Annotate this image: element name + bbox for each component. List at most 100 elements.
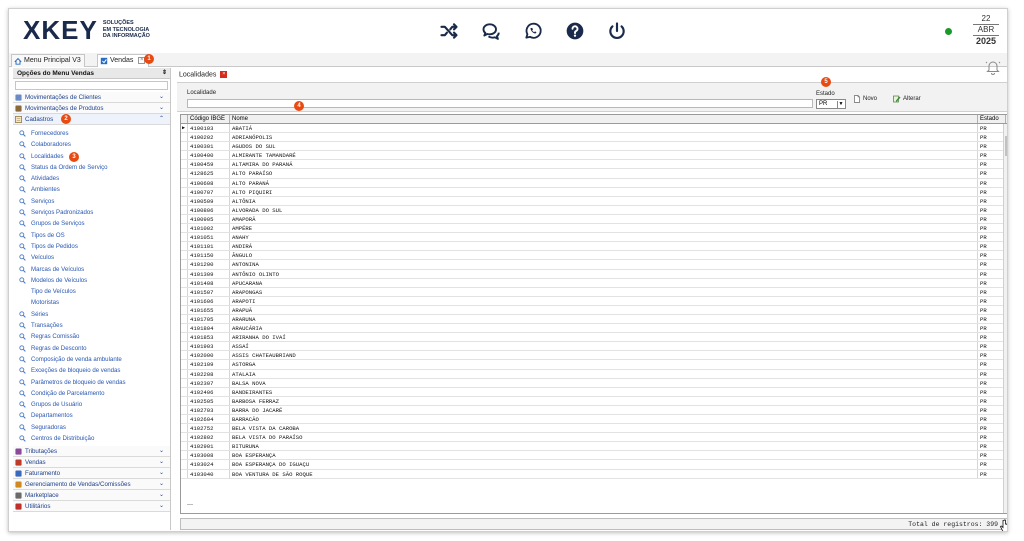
table-row[interactable]: 4102901 BITURUNA PR xyxy=(181,442,1007,452)
table-row[interactable]: 4100608 ALTO PARANÁ PR xyxy=(181,178,1007,188)
table-row[interactable]: 4101051 ANAHY PR xyxy=(181,233,1007,243)
table-row[interactable]: 4102802 BELA VISTA DO PARAÍSO PR xyxy=(181,433,1007,443)
localidade-input[interactable] xyxy=(187,99,813,108)
novo-button[interactable]: Novo xyxy=(853,95,877,103)
power-icon[interactable] xyxy=(597,19,637,43)
table-row[interactable]: 4100509 ALTÔNIA PR xyxy=(181,196,1007,206)
vertical-scrollbar[interactable] xyxy=(1003,124,1007,513)
table-row[interactable]: 4101655 ARAPUÃ PR xyxy=(181,305,1007,315)
cell-nome: BALSA NOVA xyxy=(230,378,978,387)
sidebar-item-ambientes[interactable]: Ambientes xyxy=(13,184,170,195)
sidebar-group-utilitarios[interactable]: Utilitários ⌄ xyxy=(13,501,170,513)
estado-select[interactable]: PR ▼ xyxy=(816,99,846,109)
table-row[interactable]: 4101200 ANTONINA PR xyxy=(181,260,1007,270)
sidebar-item-localidades[interactable]: Localidades 3 xyxy=(13,151,170,162)
table-row[interactable]: 4100301 AGUDOS DO SUL PR xyxy=(181,142,1007,152)
sidebar-group-movimentacoes-de-clientes[interactable]: Movimentações de Clientes ⌄ xyxy=(13,92,170,103)
table-row[interactable]: 4102703 BARRA DO JACARÉ PR xyxy=(181,405,1007,415)
sidebar-item-fornecedores[interactable]: Fornecedores xyxy=(13,128,170,139)
table-row[interactable]: 4100400 ALMIRANTE TAMANDARÉ PR xyxy=(181,151,1007,161)
sidebar-group-faturamento[interactable]: Faturamento ⌄ xyxy=(13,468,170,480)
whatsapp-icon[interactable] xyxy=(513,19,553,43)
sidebar-item-servicos[interactable]: Serviços xyxy=(13,196,170,207)
sidebar-item-regras-de-desconto[interactable]: Regras de Desconto xyxy=(13,343,170,354)
tab-menu-principal[interactable]: Menu Principal V3 xyxy=(11,54,85,67)
chat-icon[interactable] xyxy=(471,19,511,43)
sidebar-item-series[interactable]: Séries xyxy=(13,309,170,320)
table-row[interactable]: 4100202 ADRIANÓPOLIS PR xyxy=(181,133,1007,143)
sidebar-item-atividades[interactable]: Atividades xyxy=(13,173,170,184)
sidebar-item-veiculos[interactable]: Veículos xyxy=(13,252,170,263)
sidebar-item-seguradoras[interactable]: Seguradoras xyxy=(13,422,170,433)
table-row[interactable]: 4101903 ASSAÍ PR xyxy=(181,342,1007,352)
sidebar-item-grupos-de-usuario[interactable]: Grupos de Usuário xyxy=(13,399,170,410)
sidebar-item-parametros-de-bloqueio-de-vendas[interactable]: Parâmetros de bloqueio de vendas xyxy=(13,377,170,388)
column-header-nome[interactable]: Nome xyxy=(230,115,978,123)
tab-localidades[interactable]: Localidades × xyxy=(179,71,228,78)
table-row[interactable]: 4101853 ARIRANHA DO IVAÍ PR xyxy=(181,333,1007,343)
alterar-button[interactable]: Alterar xyxy=(893,95,921,103)
sidebar-item-tipos-de-os[interactable]: Tipos de OS xyxy=(13,230,170,241)
sidebar-item-tipos-de-pedidos[interactable]: Tipos de Pedidos xyxy=(13,241,170,252)
sidebar-search-input[interactable] xyxy=(15,81,168,90)
table-row[interactable]: 4102109 ASTORGA PR xyxy=(181,360,1007,370)
sidebar-item-status-da-ordem-de-servico[interactable]: Status da Ordem de Serviço xyxy=(13,162,170,173)
table-row[interactable]: 4102307 BALSA NOVA PR xyxy=(181,378,1007,388)
table-row[interactable]: 4101507 ARAPONGAS PR xyxy=(181,287,1007,297)
sidebar-item-transacoes[interactable]: Transações xyxy=(13,320,170,331)
tab-vendas[interactable]: Vendas × xyxy=(97,54,150,67)
sidebar-group-cadastros[interactable]: Cadastros ⌃ 2 xyxy=(13,114,170,125)
sidebar-group-movimentacoes-de-produtos[interactable]: Movimentações de Produtos ⌄ xyxy=(13,103,170,114)
table-row[interactable]: 4101804 ARAUCÁRIA PR xyxy=(181,324,1007,334)
sidebar-item-tipo-de-veiculos[interactable]: Tipo de Veículos xyxy=(13,286,170,297)
sidebar-item-grupos-de-servicos[interactable]: Grupos de Serviços xyxy=(13,218,170,229)
sidebar-item-excecoes-de-bloqueio-de-vendas[interactable]: Exceções de bloqueio de vendas xyxy=(13,365,170,376)
sidebar-item-marcas-de-veiculos[interactable]: Marcas de Veículos xyxy=(13,264,170,275)
sidebar-item-condicao-de-parcelamento[interactable]: Condição de Parcelamento xyxy=(13,388,170,399)
sidebar-item-departamentos[interactable]: Departamentos xyxy=(13,410,170,421)
table-row[interactable]: 4101150 ÂNGULO PR xyxy=(181,251,1007,261)
table-row[interactable]: 4102604 BARRACÃO PR xyxy=(181,415,1007,425)
localidade-label: Localidade xyxy=(187,90,217,96)
sidebar-item-servicos-padronizados[interactable]: Serviços Padronizados xyxy=(13,207,170,218)
sidebar-group-gerenciamento-de-vendas-comissoes[interactable]: Gerenciamento de Vendas/Comissões ⌄ xyxy=(13,479,170,491)
table-row[interactable]: 4100806 ALVORADA DO SUL PR xyxy=(181,205,1007,215)
scrollbar-thumb[interactable] xyxy=(1005,136,1007,156)
sidebar-item-composicao-de-venda-ambulante[interactable]: Composição de venda ambulante xyxy=(13,354,170,365)
table-row[interactable]: 4101408 APUCARANA PR xyxy=(181,278,1007,288)
column-header-codigo[interactable]: Código IBGE xyxy=(188,115,230,123)
sort-arrows-icon[interactable]: ⇕ xyxy=(162,68,167,79)
sidebar-item-regras-comissao[interactable]: Regras Comissão xyxy=(13,331,170,342)
table-row[interactable]: 4101309 ANTÔNIO OLINTO PR xyxy=(181,269,1007,279)
sidebar-group-marketplace[interactable]: Marketplace ⌄ xyxy=(13,490,170,502)
table-row[interactable]: 4102505 BARBOSA FERRAZ PR xyxy=(181,396,1007,406)
sidebar-group-vendas[interactable]: Vendas ⌄ xyxy=(13,457,170,469)
table-row[interactable]: 4101101 ANDIRÁ PR xyxy=(181,242,1007,252)
table-row[interactable]: 4103040 BOA VENTURA DE SÃO ROQUE PR xyxy=(181,469,1007,479)
close-icon[interactable]: × xyxy=(220,71,228,78)
row-indicator xyxy=(181,378,188,387)
table-row[interactable]: 4103008 BOA ESPERANÇA PR xyxy=(181,451,1007,461)
sidebar-item-modelos-de-veiculos[interactable]: Modelos de Veículos xyxy=(13,275,170,286)
table-row[interactable]: 4100459 ALTAMIRA DO PARANÁ PR xyxy=(181,160,1007,170)
table-row[interactable]: 4102406 BANDEIRANTES PR xyxy=(181,387,1007,397)
table-row[interactable]: 4100707 ALTO PIQUIRI PR xyxy=(181,187,1007,197)
sidebar-item-centros-de-distribuicao[interactable]: Centros de Distribuição xyxy=(13,433,170,444)
cell-estado: PR xyxy=(978,442,1006,451)
table-row[interactable]: 4101002 AMPÉRE PR xyxy=(181,224,1007,234)
sidebar-item-colaboradores[interactable]: Colaboradores xyxy=(13,139,170,150)
table-row[interactable]: 4100905 AMAPORÃ PR xyxy=(181,214,1007,225)
column-header-estado[interactable]: Estado xyxy=(978,115,1006,123)
table-row[interactable]: 4102000 ASSIS CHATEAUBRIAND PR xyxy=(181,351,1007,361)
table-row[interactable]: 4100103ABATIÁPR xyxy=(181,124,1007,134)
table-row[interactable]: 4101705 ARARUNA PR xyxy=(181,314,1007,325)
table-row[interactable]: 4103024 BOA ESPERANÇA DO IGUAÇU PR xyxy=(181,460,1007,470)
table-row[interactable]: 4101606 ARAPOTI PR xyxy=(181,296,1007,306)
sidebar-item-motoristas[interactable]: Motoristas xyxy=(13,297,170,308)
sidebar-group-tributacoes[interactable]: Tributações ⌄ xyxy=(13,446,170,458)
table-row[interactable]: 4102208 ATALAIA PR xyxy=(181,369,1007,379)
table-row[interactable]: 4128625 ALTO PARAÍSO PR xyxy=(181,169,1007,179)
shuffle-icon[interactable] xyxy=(429,19,469,43)
table-row[interactable]: 4102752 BELA VISTA DA CAROBA PR xyxy=(181,424,1007,434)
help-icon[interactable] xyxy=(555,19,595,43)
